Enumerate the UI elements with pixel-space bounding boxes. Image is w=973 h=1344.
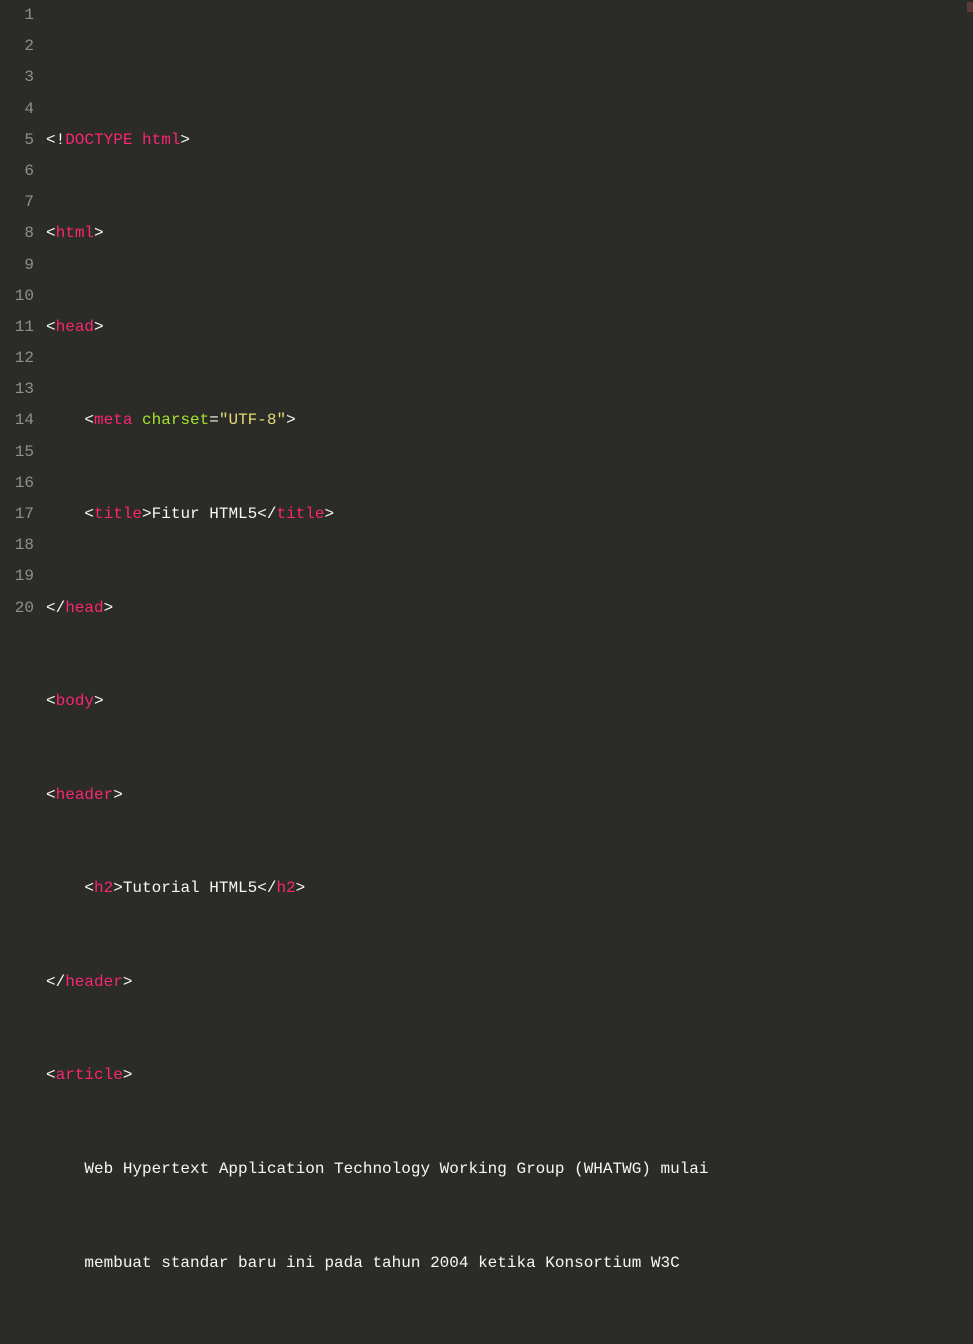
code-line[interactable]: <!DOCTYPE html> <box>46 125 973 156</box>
line-number: 13 <box>0 374 34 405</box>
code-token: </ <box>46 599 65 617</box>
code-line[interactable]: <meta charset="UTF-8"> <box>46 405 973 436</box>
code-token: > <box>94 318 104 336</box>
code-line[interactable]: Web Hypertext Application Technology Wor… <box>46 1154 973 1185</box>
code-token: < <box>46 786 56 804</box>
line-number: 18 <box>0 530 34 561</box>
line-number: 5 <box>0 125 34 156</box>
code-token: <! <box>46 131 65 149</box>
code-token: header <box>56 786 114 804</box>
code-token: head <box>56 318 94 336</box>
code-line[interactable]: <title>Fitur HTML5</title> <box>46 499 973 530</box>
code-token: < <box>46 1066 56 1084</box>
code-token: > <box>113 879 123 897</box>
code-token: > <box>286 411 296 429</box>
code-token: article <box>56 1066 123 1084</box>
line-number: 10 <box>0 281 34 312</box>
code-token <box>46 411 84 429</box>
code-token: > <box>94 224 104 242</box>
minimap-marker <box>967 2 973 12</box>
code-token: h2 <box>94 879 113 897</box>
line-number: 4 <box>0 94 34 125</box>
code-token: > <box>123 973 133 991</box>
line-number: 2 <box>0 31 34 62</box>
line-number: 15 <box>0 437 34 468</box>
line-number-gutter: 1 2 3 4 5 6 7 8 9 10 11 12 13 14 15 16 1… <box>0 0 44 672</box>
code-token: < <box>46 318 56 336</box>
code-token: Tutorial HTML5 <box>123 879 257 897</box>
code-token: charset <box>142 411 209 429</box>
code-line[interactable]: <article> <box>46 1060 973 1091</box>
line-number: 20 <box>0 593 34 624</box>
code-token <box>46 1254 84 1272</box>
code-token: title <box>94 505 142 523</box>
code-token: > <box>104 599 114 617</box>
code-token: > <box>123 1066 133 1084</box>
code-token: = <box>209 411 219 429</box>
code-token: < <box>84 505 94 523</box>
code-token: header <box>65 973 123 991</box>
line-number: 14 <box>0 405 34 436</box>
code-area[interactable]: <!DOCTYPE html> <html> <head> <meta char… <box>44 0 973 672</box>
code-token: h2 <box>276 879 295 897</box>
code-token: DOCTYPE html <box>65 131 180 149</box>
code-token: > <box>180 131 190 149</box>
code-token: </ <box>257 879 276 897</box>
code-line[interactable]: <header> <box>46 780 973 811</box>
code-line[interactable]: <h2>Tutorial HTML5</h2> <box>46 873 973 904</box>
code-token: UTF-8 <box>228 411 276 429</box>
code-token: < <box>46 224 56 242</box>
code-token: > <box>94 692 104 710</box>
line-number: 11 <box>0 312 34 343</box>
code-token: > <box>296 879 306 897</box>
code-token: > <box>142 505 152 523</box>
code-token <box>132 411 142 429</box>
code-token: > <box>113 786 123 804</box>
code-token: > <box>324 505 334 523</box>
code-token: < <box>84 411 94 429</box>
code-line[interactable]: </head> <box>46 593 973 624</box>
code-token: Fitur HTML5 <box>152 505 258 523</box>
code-token: < <box>84 879 94 897</box>
code-line[interactable]: </header> <box>46 967 973 998</box>
line-number: 1 <box>0 0 34 31</box>
code-token: head <box>65 599 103 617</box>
code-token: < <box>46 692 56 710</box>
code-token: membuat standar baru ini pada tahun 2004… <box>84 1254 689 1272</box>
code-editor: 1 2 3 4 5 6 7 8 9 10 11 12 13 14 15 16 1… <box>0 0 973 672</box>
line-number: 19 <box>0 561 34 592</box>
code-line[interactable]: <html> <box>46 218 973 249</box>
code-token: " <box>276 411 286 429</box>
code-token <box>46 1160 84 1178</box>
line-number: 6 <box>0 156 34 187</box>
code-token: </ <box>46 973 65 991</box>
code-token: Web Hypertext Application Technology Wor… <box>84 1160 718 1178</box>
line-number: 17 <box>0 499 34 530</box>
code-token: html <box>56 224 94 242</box>
code-token: body <box>56 692 94 710</box>
code-token: title <box>276 505 324 523</box>
line-number: 7 <box>0 187 34 218</box>
code-line[interactable]: membuat standar baru ini pada tahun 2004… <box>46 1248 973 1279</box>
code-token: meta <box>94 411 132 429</box>
code-line[interactable]: sedang fokus pada pengembangan XHTML 2.0… <box>46 1341 973 1344</box>
code-token <box>46 505 84 523</box>
line-number: 12 <box>0 343 34 374</box>
code-token: </ <box>257 505 276 523</box>
line-number: 16 <box>0 468 34 499</box>
code-token <box>46 879 84 897</box>
code-line[interactable]: <head> <box>46 312 973 343</box>
code-line[interactable]: <body> <box>46 686 973 717</box>
line-number: 9 <box>0 250 34 281</box>
line-number: 8 <box>0 218 34 249</box>
line-number: 3 <box>0 62 34 93</box>
